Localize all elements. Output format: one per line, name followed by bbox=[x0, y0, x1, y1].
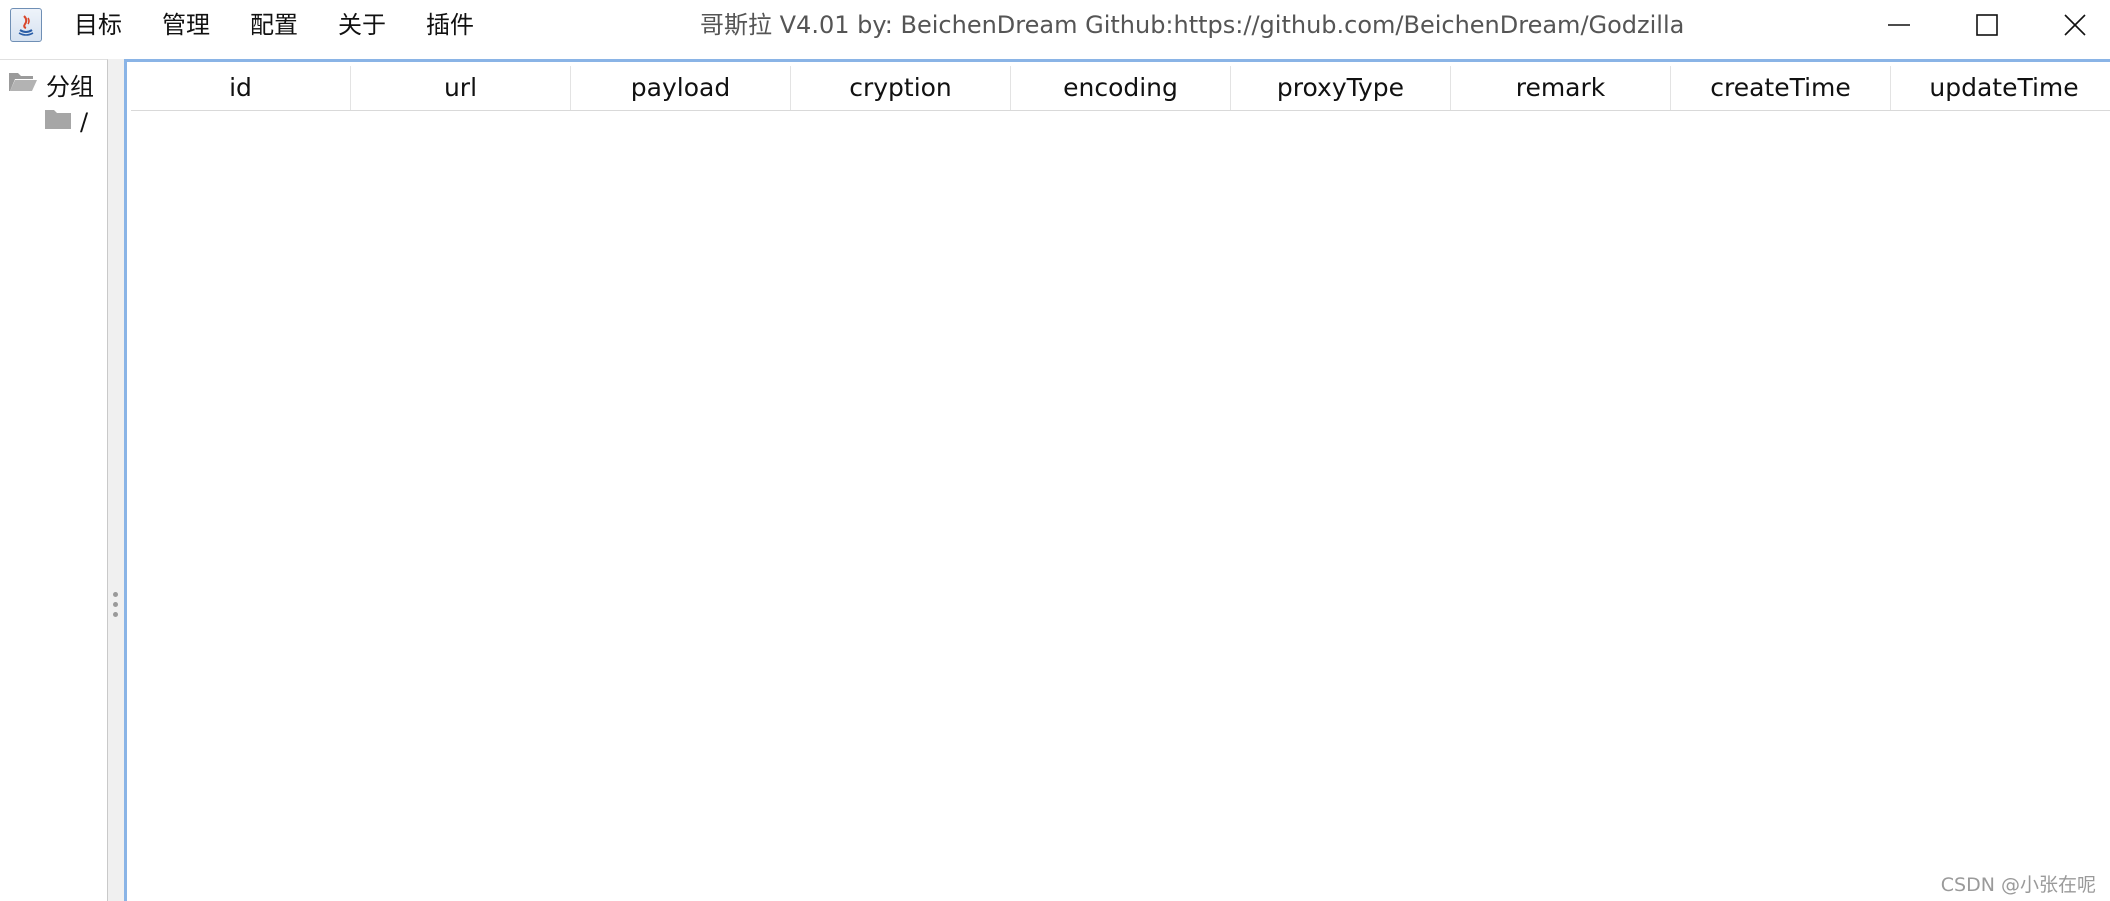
column-header-payload[interactable]: payload bbox=[571, 66, 791, 110]
folder-icon bbox=[44, 107, 72, 137]
column-header-createtime[interactable]: createTime bbox=[1671, 66, 1891, 110]
title-bar[interactable]: 目标 管理 配置 关于 插件 哥斯拉 V4.01 by: BeichenDrea… bbox=[0, 0, 2110, 50]
menu-item-plugins[interactable]: 插件 bbox=[406, 0, 494, 50]
menu-item-target[interactable]: 目标 bbox=[60, 0, 142, 50]
watermark: CSDN @小张在呢 bbox=[1940, 874, 2096, 896]
column-header-id[interactable]: id bbox=[131, 66, 351, 110]
column-header-proxytype[interactable]: proxyType bbox=[1231, 66, 1451, 110]
minimize-button[interactable] bbox=[1866, 0, 1932, 50]
menu-item-about[interactable]: 关于 bbox=[318, 0, 406, 50]
column-header-url[interactable]: url bbox=[351, 66, 571, 110]
tree-node-slash[interactable]: / bbox=[44, 104, 88, 140]
tree-node-label: 分组 bbox=[46, 72, 94, 101]
folder-open-icon bbox=[8, 69, 38, 99]
table-body[interactable] bbox=[131, 111, 2110, 901]
java-app-icon[interactable] bbox=[10, 8, 42, 42]
close-button[interactable] bbox=[2042, 0, 2108, 50]
drag-handle-icon[interactable] bbox=[113, 592, 119, 622]
table-header: id url payload cryption encoding proxyTy… bbox=[131, 66, 2110, 111]
app-window: 目标 管理 配置 关于 插件 哥斯拉 V4.01 by: BeichenDrea… bbox=[0, 0, 2110, 901]
column-header-remark[interactable]: remark bbox=[1451, 66, 1671, 110]
close-icon bbox=[2064, 14, 2086, 36]
menu-item-config[interactable]: 配置 bbox=[230, 0, 318, 50]
menu-bar: 目标 管理 配置 关于 插件 bbox=[60, 0, 494, 50]
tree-node-root[interactable]: 分组 bbox=[8, 66, 94, 102]
window-title: 哥斯拉 V4.01 by: BeichenDream Github:https:… bbox=[700, 11, 1685, 39]
split-pane-divider[interactable] bbox=[108, 59, 124, 901]
shell-table[interactable]: id url payload cryption encoding proxyTy… bbox=[124, 59, 2110, 901]
menu-item-manage[interactable]: 管理 bbox=[142, 0, 230, 50]
group-tree[interactable]: 分组 / bbox=[0, 59, 108, 901]
minimize-icon bbox=[1888, 24, 1910, 26]
column-header-encoding[interactable]: encoding bbox=[1011, 66, 1231, 110]
tree-node-label: / bbox=[80, 108, 89, 136]
maximize-icon bbox=[1976, 14, 1998, 36]
column-header-cryption[interactable]: cryption bbox=[791, 66, 1011, 110]
column-header-updatetime[interactable]: updateTime bbox=[1891, 66, 2110, 110]
maximize-button[interactable] bbox=[1954, 0, 2020, 50]
